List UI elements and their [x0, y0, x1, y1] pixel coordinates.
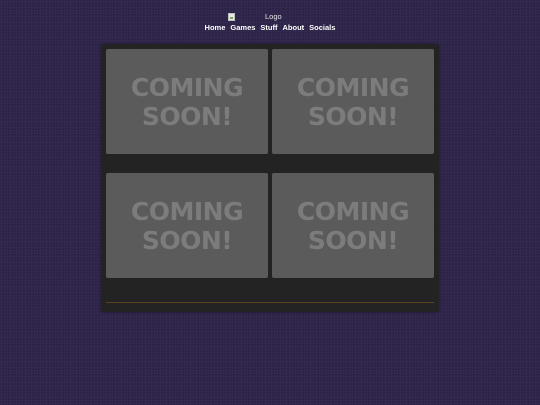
nav-games[interactable]: Games [230, 22, 255, 34]
coming-soon-tile[interactable]: COMING SOON! [272, 173, 434, 278]
coming-soon-label: COMING SOON! [130, 72, 244, 131]
coming-soon-tile[interactable]: COMING SOON! [272, 49, 434, 154]
coming-soon-label: COMING SOON! [296, 72, 410, 131]
nav-about[interactable]: About [283, 22, 305, 34]
coming-soon-label: COMING SOON! [130, 196, 244, 255]
main-nav: Home Games Stuff About Socials [0, 22, 540, 34]
coming-soon-tile[interactable]: COMING SOON! [106, 49, 268, 154]
broken-image-icon [228, 13, 235, 21]
site-header: Logo Home Games Stuff About Socials [0, 0, 540, 40]
games-panel: COMING SOON! COMING SOON! COMING SOON! C… [101, 44, 439, 312]
nav-home[interactable]: Home [205, 22, 226, 34]
coming-soon-label: COMING SOON! [296, 196, 410, 255]
coming-soon-tile[interactable]: COMING SOON! [106, 173, 268, 278]
nav-stuff[interactable]: Stuff [260, 22, 277, 34]
nav-socials[interactable]: Socials [309, 22, 335, 34]
panel-divider [106, 302, 434, 303]
